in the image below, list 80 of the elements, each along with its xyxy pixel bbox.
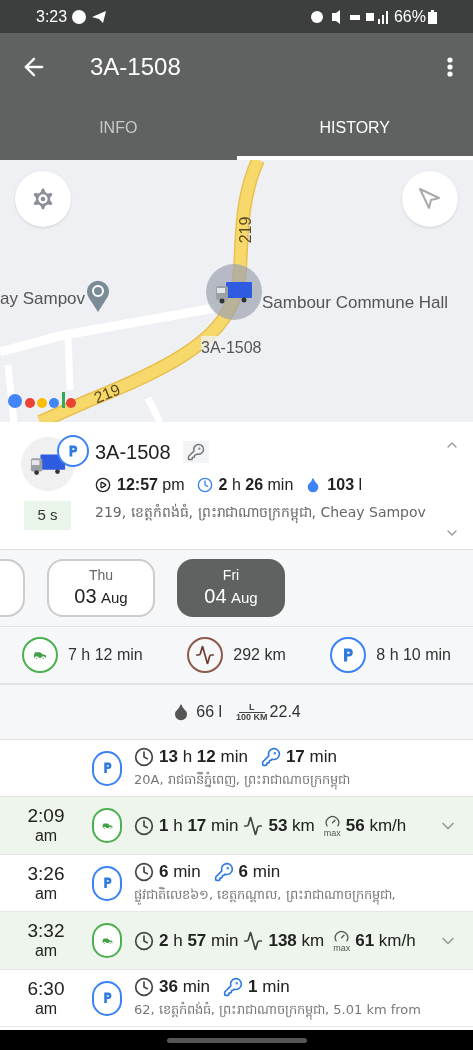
time-text: 3:32	[27, 920, 65, 943]
car-icon	[92, 923, 122, 958]
car-icon	[22, 637, 58, 673]
speed-text: 61 km/h	[355, 932, 416, 949]
tab[interactable]: INFO	[0, 100, 237, 160]
address-text: ផ្លូវជាតិលេខ៦១, ខេត្តកណ្ដាល, ព្រះរាជាណាចក្រកម្ពុជា,	[134, 884, 473, 905]
play-icon	[95, 477, 111, 493]
duration-text: 6 min	[159, 863, 201, 881]
route-icon	[243, 815, 264, 836]
summary-value: 292 km	[233, 645, 286, 665]
time-text: 2:09	[27, 805, 65, 828]
date-chip[interactable]: Thu 03 Aug	[47, 559, 155, 617]
navigation-arrow-icon[interactable]	[418, 187, 442, 211]
summary-value: 7 h 12 min	[68, 645, 143, 665]
fuel-used-text: 66 l	[196, 702, 223, 722]
date-chip[interactable]	[0, 559, 25, 617]
duration-text: 1 h 17 min	[159, 817, 239, 834]
ampm-text: am	[34, 999, 58, 1019]
place-pin-icon	[86, 280, 110, 312]
distance-text: 53 km	[268, 817, 315, 834]
clock-icon	[134, 930, 154, 951]
ampm-text: am	[34, 884, 58, 904]
parking-icon	[56, 435, 89, 467]
unit-denominator: 100 KM	[236, 712, 268, 722]
address-text: 62, ខេត្តកំពង់ធំ, ព្រះរាជាណាចក្រកម្ពុជា, 5.01 km from	[134, 999, 473, 1020]
status-time: 3:23	[36, 6, 68, 27]
duration-text: 2 h 26 min	[218, 475, 294, 495]
ignition-text: 17 min	[285, 748, 337, 766]
ampm-text: am	[34, 942, 58, 961]
route-icon	[187, 637, 224, 673]
truck-icon	[214, 279, 254, 305]
ignition-text: 6 min	[238, 863, 281, 881]
road-label: 219	[236, 216, 256, 244]
navigate-button[interactable]	[402, 171, 458, 227]
key-icon	[182, 441, 209, 463]
duration-text: 2 h 57 min	[159, 932, 239, 949]
ampm-text: am	[34, 827, 58, 846]
battery-text: 66%	[393, 6, 426, 27]
clock-icon	[134, 861, 154, 882]
address-text: 219, ខេត្តកំពង់ធំ, ព្រះរាជាណាចក្រកម្ពុជា, Cheay Sampov	[95, 502, 431, 523]
vehicle-name: 3A-1508	[95, 440, 171, 465]
key-icon	[223, 976, 244, 997]
home-indicator[interactable]	[166, 1037, 307, 1043]
place-label: Sambour Commune Hall	[262, 292, 449, 314]
fuel-text: 103 l	[327, 475, 363, 495]
map-view[interactable]: 219 219 ay Sampov Sambour Commune Hall 3A-1508	[0, 160, 473, 422]
truck-icon	[28, 452, 67, 476]
clock-icon	[196, 477, 213, 493]
parking-icon	[330, 637, 367, 673]
battery-icon	[428, 9, 437, 24]
car-icon	[92, 808, 122, 843]
fuel-rate-text: 22.4	[269, 702, 301, 722]
signal-icon	[309, 8, 390, 25]
key-icon	[213, 861, 234, 882]
ignition-text: 1 min	[248, 978, 290, 996]
time-text: 6:30	[27, 977, 65, 1000]
update-badge: 5 s	[24, 501, 71, 530]
distance-text: 138 km	[268, 932, 325, 949]
more-icon	[447, 56, 453, 77]
time-text: 3:26	[27, 862, 65, 885]
parking-icon	[92, 865, 122, 901]
settings-button[interactable]	[15, 171, 71, 227]
place-label: ay Sampov	[0, 288, 86, 310]
parking-icon	[92, 980, 122, 1016]
duration-text: 36 min	[159, 978, 211, 996]
app-title: 3A-1508	[90, 51, 182, 82]
start-time: 12:57 pm	[117, 475, 185, 495]
unit-numerator: L	[239, 702, 265, 713]
key-icon	[260, 746, 281, 767]
duration-text: 13 h 12 min	[159, 748, 248, 766]
clock-icon	[134, 815, 154, 836]
clock-icon	[134, 976, 154, 997]
road-label: 219	[90, 379, 124, 409]
parking-icon	[92, 750, 122, 786]
date-chip[interactable]: Fri 04 Aug	[177, 559, 285, 617]
address-text: 20A, រាជធានីភ្នំពេញ, ព្រះរាជាណាចក្រកម្ពុជា	[134, 769, 473, 790]
speed-text: 56 km/h	[345, 817, 407, 834]
summary-value: 8 h 10 min	[376, 645, 451, 665]
route-icon	[243, 930, 264, 951]
clock-icon	[134, 746, 154, 767]
